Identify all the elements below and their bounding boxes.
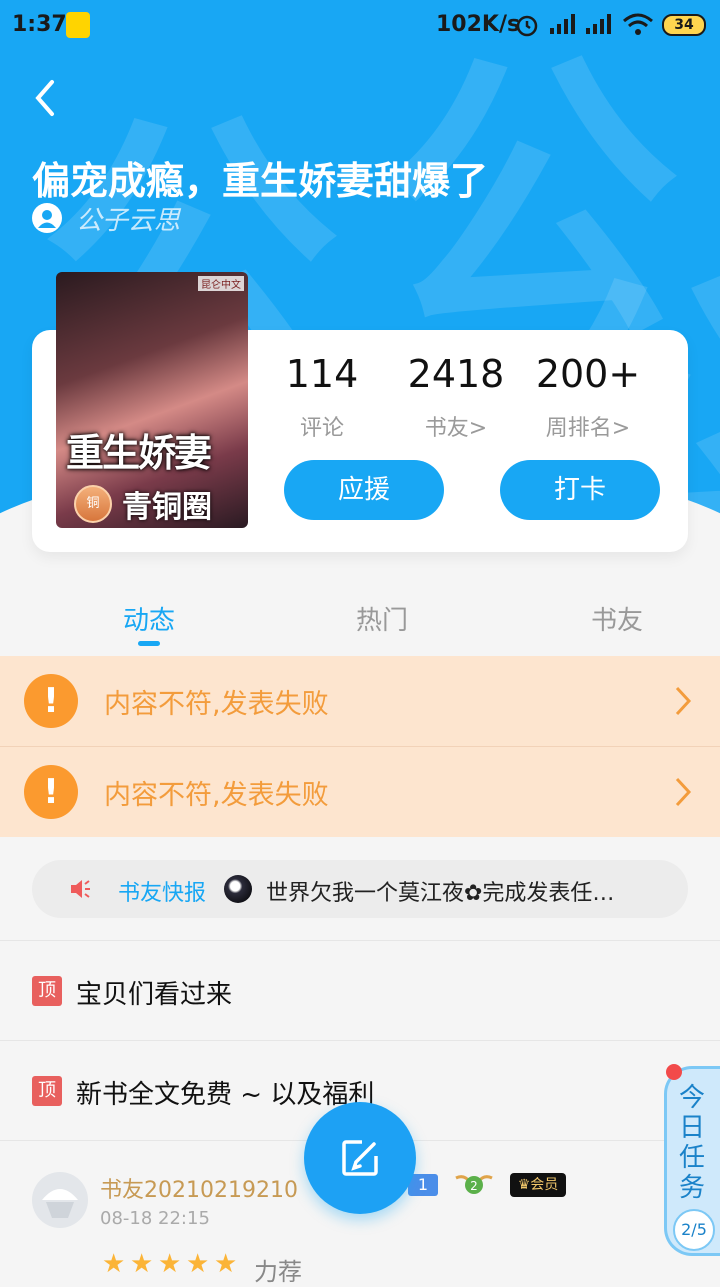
warning-icon: ! — [24, 765, 78, 819]
bronze-medal-icon: 铜 — [74, 485, 112, 523]
chevron-right-icon — [675, 777, 692, 807]
task-progress: 2/5 — [673, 1209, 715, 1251]
notice-text: 内容不符,发表失败 — [104, 780, 329, 811]
compose-button[interactable] — [304, 1102, 416, 1214]
book-title: 偏宠成瘾，重生娇妻甜爆了 — [32, 159, 489, 203]
post-time: 08-18 22:15 — [100, 1208, 210, 1229]
task-label: 今日任务 — [678, 1083, 705, 1203]
reader-news-ticker[interactable]: 书友快报 世界欠我一个莫江夜✿完成发表任… — [32, 860, 688, 918]
pinned-tag: 顶 — [32, 976, 62, 1006]
pinned-post[interactable]: 顶 宝贝们看过来 — [0, 942, 720, 1040]
publish-failed-notice[interactable]: ! 内容不符,发表失败 — [0, 747, 720, 837]
wifi-icon — [623, 13, 653, 35]
fan-level-wing-icon: 2 — [455, 1175, 493, 1194]
signal-icon — [586, 14, 611, 34]
alarm-icon — [516, 15, 538, 37]
battery-icon: 34 — [662, 14, 706, 36]
news-label: 书友快报 — [118, 881, 207, 906]
signal-icon — [550, 14, 575, 34]
publish-failed-notice[interactable]: ! 内容不符,发表失败 — [0, 656, 720, 746]
stat-label: 周排名> — [545, 416, 631, 441]
status-bar: 1:37 102K/s 34 — [0, 0, 720, 52]
notice-text: 内容不符,发表失败 — [104, 689, 329, 720]
tab-indicator — [138, 641, 160, 646]
status-time: 1:37 — [12, 12, 67, 37]
speaker-icon — [71, 880, 90, 898]
vip-badge: ♛会员 — [510, 1173, 566, 1197]
pinned-title: 新书全文免费 ~ 以及福利 — [76, 1080, 375, 1110]
stat-value: 2418 — [407, 352, 505, 396]
book-cover[interactable]: 昆仑中文 重生娇妻 铜 青铜圈 — [56, 272, 248, 528]
notification-dot — [666, 1064, 682, 1080]
stat-value: 200+ — [535, 352, 641, 396]
stat-label: 评论 — [299, 416, 344, 441]
post-username[interactable]: 书友20210219210 — [100, 1172, 298, 1204]
user-icon — [32, 203, 62, 233]
star-icon: ★ — [158, 1249, 182, 1279]
avatar[interactable] — [32, 1172, 88, 1228]
star-icon: ★ — [102, 1249, 126, 1279]
pinned-title: 宝贝们看过来 — [76, 980, 233, 1010]
circle-badge: 铜 青铜圈 — [74, 482, 212, 526]
news-text: 世界欠我一个莫江夜✿完成发表任… — [266, 881, 615, 906]
rating-stars: ★ ★ ★ ★ ★ — [102, 1249, 242, 1279]
stat-readers[interactable]: 2418 书友> — [386, 352, 526, 442]
daily-task-tab[interactable]: 今日任务 2/5 — [664, 1066, 720, 1256]
tab-hot[interactable]: 热门 — [302, 600, 462, 637]
chevron-right-icon — [675, 686, 692, 716]
author-name: 公子云思 — [76, 205, 181, 236]
checkin-button[interactable]: 打卡 — [500, 460, 660, 520]
back-arrow-icon[interactable] — [30, 78, 60, 118]
warning-icon: ! — [24, 674, 78, 728]
support-button[interactable]: 应援 — [284, 460, 444, 520]
stat-weekly-rank[interactable]: 200+ 周排名> — [518, 352, 658, 442]
star-icon: ★ — [186, 1249, 210, 1279]
app-notification-icon — [66, 12, 90, 38]
tab-bar: 动态 热门 书友 — [0, 580, 720, 656]
recommend-label: 力荐 — [254, 1258, 302, 1286]
network-speed: 102K/s — [436, 12, 521, 37]
cover-publisher: 昆仑中文 — [198, 276, 244, 291]
tab-readers[interactable]: 书友 — [537, 600, 697, 637]
stat-label: 书友> — [424, 416, 488, 441]
stat-comments[interactable]: 114 评论 — [252, 352, 392, 442]
tab-activity[interactable]: 动态 — [69, 600, 229, 637]
cover-title: 重生娇妻 — [66, 430, 212, 475]
star-icon: ★ — [130, 1249, 154, 1279]
circle-name: 青铜圈 — [122, 490, 212, 525]
star-icon: ★ — [214, 1249, 238, 1279]
edit-icon — [342, 1140, 378, 1176]
svg-text:2: 2 — [470, 1179, 478, 1193]
author-row[interactable]: 公子云思 — [32, 198, 180, 238]
news-user-avatar — [224, 875, 252, 903]
stat-value: 114 — [285, 352, 359, 396]
pinned-tag: 顶 — [32, 1076, 62, 1106]
